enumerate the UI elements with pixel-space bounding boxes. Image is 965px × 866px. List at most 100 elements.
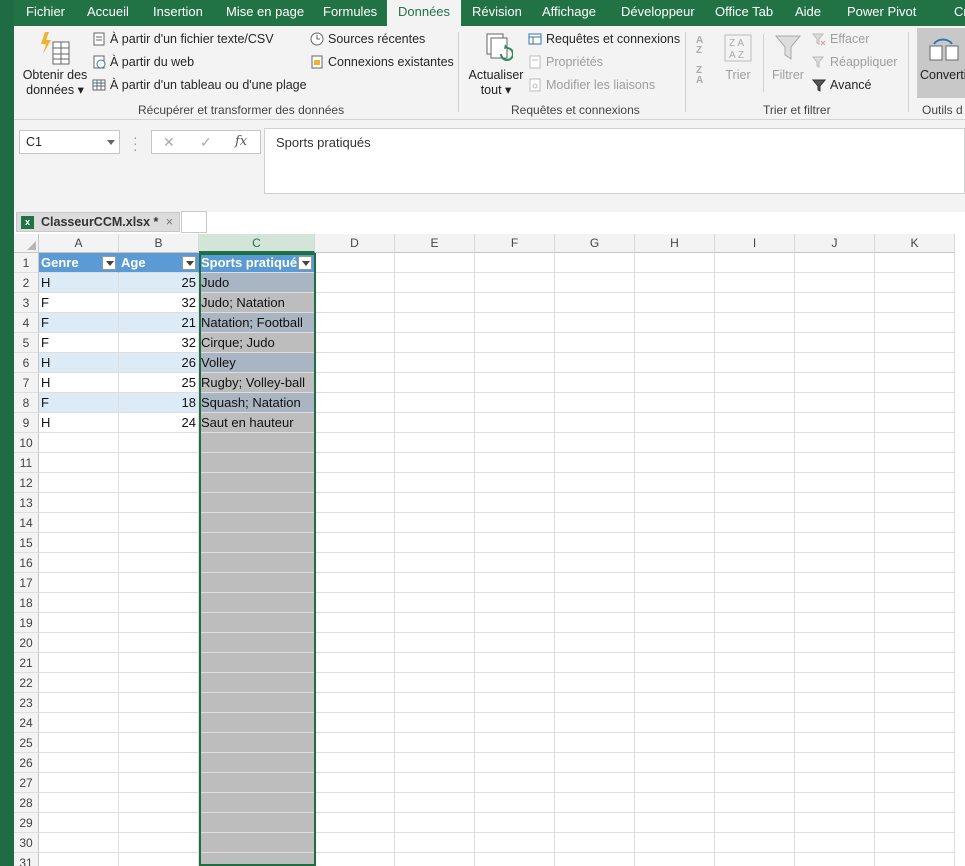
cell[interactable] (475, 733, 555, 753)
row-header-29[interactable]: 29 (14, 813, 39, 833)
cell[interactable] (875, 353, 955, 373)
cell[interactable] (555, 533, 635, 553)
cell[interactable] (475, 513, 555, 533)
cell[interactable] (475, 573, 555, 593)
cell[interactable] (315, 293, 395, 313)
cell[interactable] (715, 533, 795, 553)
cell[interactable] (555, 393, 635, 413)
cell[interactable] (555, 513, 635, 533)
cell[interactable] (39, 833, 119, 853)
cell[interactable] (475, 473, 555, 493)
row-header-22[interactable]: 22 (14, 673, 39, 693)
row-header-20[interactable]: 20 (14, 633, 39, 653)
column-header-h[interactable]: H (635, 234, 715, 253)
cell[interactable] (39, 613, 119, 633)
table-header-cell[interactable]: Genre (39, 253, 119, 273)
cell[interactable] (635, 633, 715, 653)
cell[interactable] (119, 513, 199, 533)
row-header-16[interactable]: 16 (14, 553, 39, 573)
cell[interactable] (555, 613, 635, 633)
cell[interactable] (475, 633, 555, 653)
cell[interactable] (715, 433, 795, 453)
table-header-cell[interactable]: Sports pratiqué (199, 253, 315, 273)
cell[interactable] (875, 393, 955, 413)
cell[interactable] (555, 433, 635, 453)
table-cell[interactable]: H (39, 353, 119, 373)
cell[interactable] (715, 453, 795, 473)
cell[interactable] (555, 453, 635, 473)
cell[interactable] (395, 453, 475, 473)
cell[interactable] (199, 493, 315, 513)
cell[interactable] (715, 633, 795, 653)
cell[interactable] (395, 813, 475, 833)
table-cell[interactable]: H (39, 373, 119, 393)
cell[interactable] (199, 673, 315, 693)
properties-button[interactable]: Propriétés (528, 55, 603, 69)
cell[interactable] (315, 573, 395, 593)
recent-sources-button[interactable]: Sources récentes (310, 32, 425, 46)
cell[interactable] (715, 613, 795, 633)
cell[interactable] (475, 753, 555, 773)
cell[interactable] (119, 553, 199, 573)
row-header-7[interactable]: 7 (14, 373, 39, 393)
cell[interactable] (315, 353, 395, 373)
cell[interactable] (715, 713, 795, 733)
filter-button[interactable]: Filtrer (770, 34, 806, 94)
cell[interactable] (715, 753, 795, 773)
cell[interactable] (795, 833, 875, 853)
cell[interactable] (795, 613, 875, 633)
cell[interactable] (199, 733, 315, 753)
cell[interactable] (395, 353, 475, 373)
from-text-csv-button[interactable]: À partir d'un fichier texte/CSV (92, 32, 274, 46)
cell[interactable] (315, 673, 395, 693)
cell[interactable] (795, 633, 875, 653)
cell[interactable] (395, 573, 475, 593)
cell[interactable] (39, 793, 119, 813)
cell[interactable] (875, 373, 955, 393)
cell[interactable] (39, 493, 119, 513)
cell[interactable] (795, 373, 875, 393)
cell[interactable] (475, 293, 555, 313)
row-header-25[interactable]: 25 (14, 733, 39, 753)
cell[interactable] (199, 513, 315, 533)
cell[interactable] (875, 573, 955, 593)
queries-connections-button[interactable]: Requêtes et connexions (528, 32, 680, 46)
cell[interactable] (199, 813, 315, 833)
cell[interactable] (119, 633, 199, 653)
cell[interactable] (315, 533, 395, 553)
cell[interactable] (395, 393, 475, 413)
cell[interactable] (875, 853, 955, 866)
cell[interactable] (555, 273, 635, 293)
cell[interactable] (475, 553, 555, 573)
cell[interactable] (875, 473, 955, 493)
cell[interactable] (795, 673, 875, 693)
cell[interactable] (315, 833, 395, 853)
cell[interactable] (875, 493, 955, 513)
row-header-12[interactable]: 12 (14, 473, 39, 493)
cell[interactable] (555, 553, 635, 573)
cell[interactable] (635, 773, 715, 793)
cell[interactable] (555, 693, 635, 713)
insert-function-icon[interactable]: fx (235, 134, 247, 149)
more-options-icon[interactable]: · · · (133, 130, 138, 156)
cell[interactable] (39, 473, 119, 493)
row-header-8[interactable]: 8 (14, 393, 39, 413)
cell[interactable] (475, 453, 555, 473)
cell[interactable] (39, 593, 119, 613)
cell[interactable] (715, 333, 795, 353)
row-header-10[interactable]: 10 (14, 433, 39, 453)
cell[interactable] (39, 453, 119, 473)
table-cell[interactable]: Saut en hauteur (199, 413, 315, 433)
cell[interactable] (199, 593, 315, 613)
cell[interactable] (875, 553, 955, 573)
cell[interactable] (635, 593, 715, 613)
cell[interactable] (315, 793, 395, 813)
cell[interactable] (555, 633, 635, 653)
workbook-tab[interactable]: x ClasseurCCM.xlsx * × (16, 212, 180, 232)
row-header-17[interactable]: 17 (14, 573, 39, 593)
cell[interactable] (635, 573, 715, 593)
cell[interactable] (795, 573, 875, 593)
cell[interactable] (475, 493, 555, 513)
cell[interactable] (635, 333, 715, 353)
tab-formules[interactable]: Formules (323, 0, 377, 26)
